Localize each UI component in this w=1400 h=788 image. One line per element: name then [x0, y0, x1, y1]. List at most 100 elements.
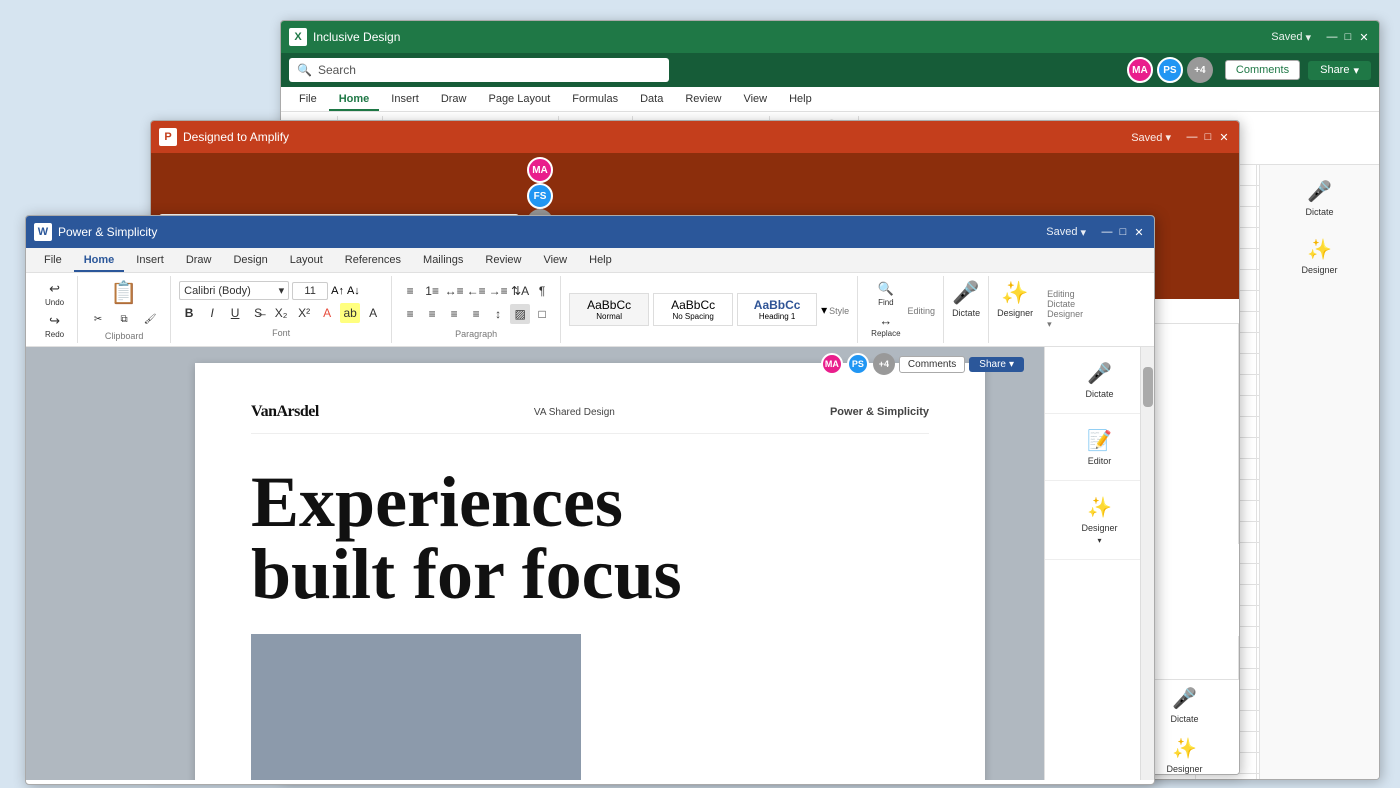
excel-tab-insert[interactable]: Insert [381, 89, 429, 111]
word-cut-btn[interactable]: ✂ [86, 312, 110, 327]
word-outdent-btn[interactable]: ←≡ [466, 281, 486, 301]
word-sort-btn[interactable]: ⇅A [510, 281, 530, 301]
word-panel-dictate: 🎤 Dictate [1045, 347, 1154, 414]
word-tab-help[interactable]: Help [579, 250, 622, 272]
word-fontsize-decrease-btn[interactable]: A↓ [347, 285, 360, 297]
word-superscript-btn[interactable]: X² [294, 303, 314, 323]
ppt-close-btn[interactable]: ✕ [1217, 130, 1231, 144]
word-tab-mailings[interactable]: Mailings [413, 250, 473, 272]
excel-tab-view[interactable]: View [733, 89, 777, 111]
word-subscript-btn[interactable]: X₂ [271, 303, 291, 323]
excel-tab-help[interactable]: Help [779, 89, 822, 111]
excel-maximize-btn[interactable]: □ [1341, 30, 1355, 44]
word-tab-layout[interactable]: Layout [280, 250, 333, 272]
word-formatpaint-btn[interactable]: 🖌 [138, 312, 162, 327]
word-style-normal[interactable]: AaBbCc Normal [569, 293, 649, 326]
excel-minimize-btn[interactable]: — [1325, 30, 1339, 44]
ppt-maximize-btn[interactable]: □ [1201, 130, 1215, 144]
excel-tab-pagelayout[interactable]: Page Layout [478, 89, 560, 111]
ppt-saved-tag[interactable]: Saved ▾ [1131, 131, 1171, 144]
word-doc-tagline: VA Shared Design [534, 407, 615, 418]
word-fontcolor-btn[interactable]: A [363, 303, 383, 323]
word-share-btn[interactable]: Share ▾ [969, 357, 1024, 372]
word-find-btn[interactable]: 🔍 Find [866, 279, 905, 309]
word-designer-btn[interactable]: ✨ Designer [989, 276, 1041, 343]
word-style-nospacing[interactable]: AaBbCc No Spacing [653, 293, 733, 326]
user-avatar-1[interactable]: MA [1127, 57, 1153, 83]
word-redo-btn[interactable]: ↪ Redo [40, 311, 69, 341]
excel-comments-btn[interactable]: Comments [1225, 60, 1300, 80]
word-shading-btn[interactable]: ▨ [510, 304, 530, 324]
excel-tab-data[interactable]: Data [630, 89, 673, 111]
excel-tab-file[interactable]: File [289, 89, 327, 111]
word-styles-dropdown-btn[interactable]: ▾ [821, 303, 827, 317]
word-align-left-btn[interactable]: ≡ [400, 304, 420, 324]
word-tab-insert[interactable]: Insert [126, 250, 174, 272]
word-panel-designer-btn[interactable]: ✨ Designer ▾ [1053, 489, 1146, 551]
word-saved-tag[interactable]: Saved ▾ [1046, 226, 1086, 239]
word-panel-dictate-btn[interactable]: 🎤 Dictate [1053, 355, 1146, 405]
excel-tab-draw[interactable]: Draw [431, 89, 477, 111]
word-linespacing-btn[interactable]: ↕ [488, 304, 508, 324]
word-bold-btn[interactable]: B [179, 303, 199, 323]
word-numbering-btn[interactable]: 1≡ [422, 281, 442, 301]
word-tab-home[interactable]: Home [74, 250, 125, 272]
word-indent-btn[interactable]: →≡ [488, 281, 508, 301]
word-save-chevron[interactable]: ▾ [1080, 226, 1086, 239]
word-justify-btn[interactable]: ≡ [466, 304, 486, 324]
ppt-save-chevron[interactable]: ▾ [1165, 132, 1171, 144]
word-avatar-count[interactable]: +4 [873, 353, 895, 375]
word-multilevel-btn[interactable]: ↔≡ [444, 281, 464, 301]
word-strikethrough-btn[interactable]: S̶ [248, 303, 268, 323]
ppt-minimize-btn[interactable]: — [1185, 130, 1199, 144]
excel-designer-btn[interactable]: ✨ Designer [1268, 231, 1371, 281]
excel-tab-review[interactable]: Review [675, 89, 731, 111]
word-border-btn[interactable]: □ [532, 304, 552, 324]
word-minimize-btn[interactable]: — [1100, 225, 1114, 239]
word-tab-design[interactable]: Design [223, 250, 277, 272]
word-textcolor-btn[interactable]: A [317, 303, 337, 323]
excel-close-btn[interactable]: ✕ [1357, 30, 1371, 44]
word-avatar-1[interactable]: MA [821, 353, 843, 375]
word-align-right-btn[interactable]: ≡ [444, 304, 464, 324]
user-avatar-2[interactable]: PS [1157, 57, 1183, 83]
excel-saved-tag[interactable]: Saved ▾ [1271, 31, 1311, 44]
excel-dictate-btn[interactable]: 🎤 Dictate [1268, 173, 1371, 223]
word-tab-file[interactable]: File [34, 250, 72, 272]
word-underline-btn[interactable]: U [225, 303, 245, 323]
word-close-btn[interactable]: ✕ [1132, 225, 1146, 239]
word-panel-editor-btn[interactable]: 📝 Editor [1053, 422, 1146, 472]
ppt-avatar-2[interactable]: FS [527, 183, 553, 209]
word-comments-btn[interactable]: Comments [899, 356, 965, 373]
word-highlight-btn[interactable]: ab [340, 303, 360, 323]
word-paste-btn[interactable]: 📋 [105, 278, 142, 310]
word-font-selector[interactable]: Calibri (Body) ▾ [179, 281, 289, 300]
word-scrollbar[interactable] [1140, 347, 1154, 780]
word-undo-btn[interactable]: ↩ Undo [40, 279, 69, 309]
word-copy-btn[interactable]: ⧉ [112, 312, 136, 327]
ppt-avatar-1[interactable]: MA [527, 157, 553, 183]
word-avatar-2[interactable]: PS [847, 353, 869, 375]
excel-tab-home[interactable]: Home [329, 89, 380, 111]
word-scroll-thumb[interactable] [1143, 367, 1153, 407]
word-tab-draw[interactable]: Draw [176, 250, 222, 272]
word-tab-references[interactable]: References [335, 250, 411, 272]
word-fontsize-increase-btn[interactable]: A↑ [331, 285, 344, 297]
word-right-panel: 🎤 Dictate 📝 Editor ✨ Designer ▾ [1044, 347, 1154, 780]
save-chevron-icon[interactable]: ▾ [1305, 31, 1311, 44]
word-maximize-btn[interactable]: □ [1116, 225, 1130, 239]
word-tab-view[interactable]: View [533, 250, 577, 272]
word-italic-btn[interactable]: I [202, 303, 222, 323]
word-pilcrow-btn[interactable]: ¶ [532, 281, 552, 301]
word-style-heading1[interactable]: AaBbCc Heading 1 [737, 293, 817, 326]
word-dictate-btn[interactable]: 🎤 Dictate [944, 276, 989, 343]
word-bullets-btn[interactable]: ≡ [400, 281, 420, 301]
word-align-center-btn[interactable]: ≡ [422, 304, 442, 324]
user-avatar-count[interactable]: +4 [1187, 57, 1213, 83]
excel-share-btn[interactable]: Share ▾ [1308, 61, 1371, 80]
excel-search-box[interactable]: 🔍 Search [289, 58, 669, 82]
word-replace-btn[interactable]: ↔ Replace [866, 311, 905, 340]
excel-tab-formulas[interactable]: Formulas [562, 89, 628, 111]
word-tab-review[interactable]: Review [475, 250, 531, 272]
word-fontsize-selector[interactable]: 11 [292, 282, 328, 300]
